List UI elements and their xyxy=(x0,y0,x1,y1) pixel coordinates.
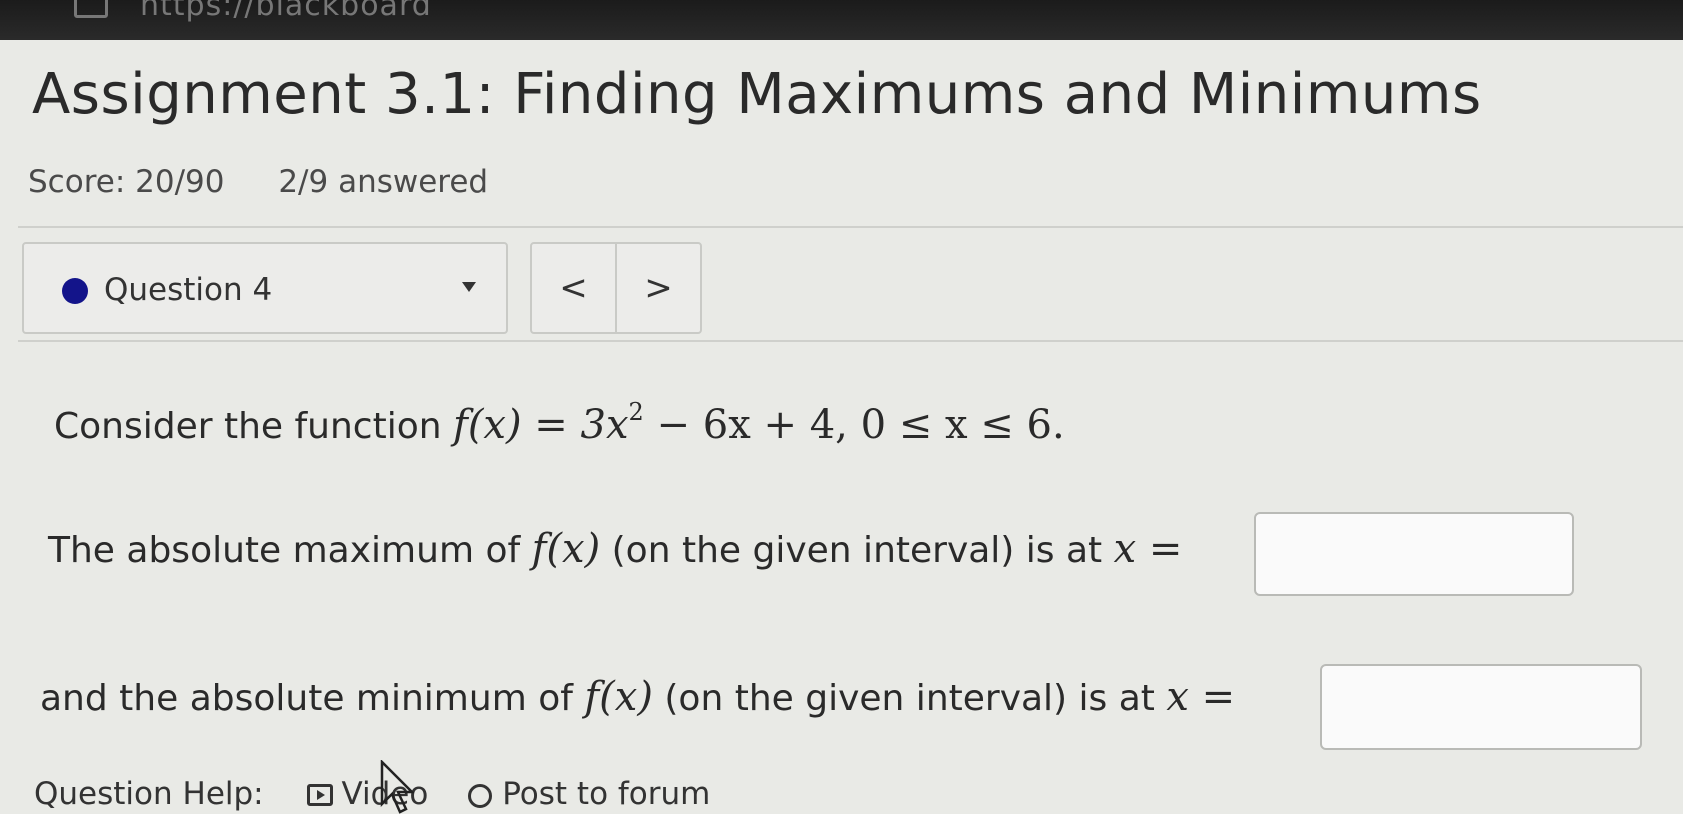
function-exponent: 2 xyxy=(628,398,644,426)
question-status-dot-icon xyxy=(62,278,88,304)
min-x-equals: x = xyxy=(1166,674,1236,720)
min-prompt-fx: f(x) xyxy=(584,674,653,720)
max-prompt-before: The absolute maximum of xyxy=(48,530,521,571)
post-to-forum-link[interactable]: Post to forum xyxy=(502,776,710,812)
score-summary: Score: 20/90 2/9 answered xyxy=(28,164,488,200)
min-answer-input[interactable] xyxy=(1320,664,1642,750)
question-help: Question Help: Video Post to forum xyxy=(34,776,710,812)
min-prompt: and the absolute minimum of f(x) (on the… xyxy=(40,674,1235,720)
max-prompt-after: (on the given interval) is at xyxy=(611,530,1103,571)
max-prompt-fx: f(x) xyxy=(531,526,601,572)
question-selector-label: Question 4 xyxy=(104,272,273,308)
min-prompt-before: and the absolute minimum of xyxy=(40,678,573,719)
question-help-label: Question Help: xyxy=(34,776,264,812)
browser-toolbar: https://blackboard xyxy=(0,0,1683,40)
question-intro: Consider the function xyxy=(54,406,442,447)
dropdown-caret-icon xyxy=(462,282,476,292)
divider xyxy=(18,340,1683,342)
max-x-equals: x = xyxy=(1113,526,1183,572)
next-question-button[interactable]: > xyxy=(617,244,700,332)
question-selector[interactable]: Question 4 xyxy=(22,242,508,334)
url-text[interactable]: https://blackboard xyxy=(140,0,432,23)
video-icon[interactable] xyxy=(307,784,334,806)
question-nav-buttons: < > xyxy=(530,242,702,334)
score-text: Score: 20/90 xyxy=(28,164,225,200)
question-statement: Consider the function f(x) = 3x2 − 6x + … xyxy=(54,398,1065,448)
tab-icon xyxy=(74,0,108,18)
max-prompt: The absolute maximum of f(x) (on the giv… xyxy=(48,526,1182,572)
function-lhs: f(x) = 3x xyxy=(453,402,629,448)
min-prompt-after: (on the given interval) is at xyxy=(664,678,1155,719)
page-title: Assignment 3.1: Finding Maximums and Min… xyxy=(32,62,1482,127)
forum-icon[interactable] xyxy=(468,784,493,808)
function-rhs: − 6x + 4, 0 ≤ x ≤ 6. xyxy=(643,402,1065,448)
answered-count: 2/9 answered xyxy=(278,164,489,200)
divider xyxy=(18,226,1683,228)
previous-question-button[interactable]: < xyxy=(532,244,617,332)
max-answer-input[interactable] xyxy=(1254,512,1574,596)
